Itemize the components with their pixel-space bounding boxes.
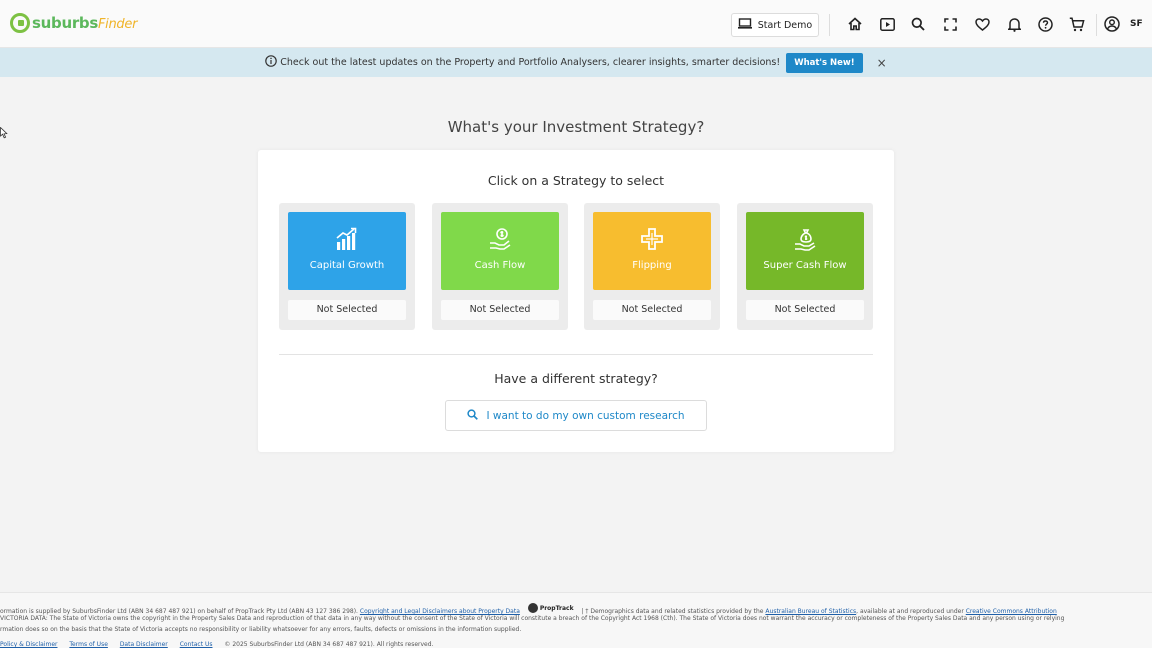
start-demo-label: Start Demo	[757, 19, 813, 31]
suburbsfinder-logo[interactable]: suburbsFinder	[10, 13, 137, 33]
cart-icon[interactable]	[1068, 15, 1086, 33]
section-divider	[279, 354, 873, 355]
strategy-status: Not Selected	[441, 300, 559, 320]
strategy-status: Not Selected	[288, 300, 406, 320]
strategy-status: Not Selected	[746, 300, 864, 320]
user-initials[interactable]: SF	[1130, 19, 1143, 29]
strategy-option-flipping[interactable]: Flipping Not Selected	[584, 203, 720, 330]
strategy-option-capital-growth[interactable]: Capital Growth Not Selected	[279, 203, 415, 330]
terms-of-use-link[interactable]: Terms of Use	[69, 641, 107, 648]
money-bag-hand-icon	[793, 226, 817, 252]
data-disclaimer-link[interactable]: Data Disclaimer	[120, 641, 168, 648]
whats-new-button[interactable]: What's New!	[786, 52, 863, 73]
start-demo-button[interactable]: Start Demo	[731, 13, 819, 37]
nav-divider	[1096, 14, 1097, 36]
info-icon	[265, 55, 278, 70]
policy-disclaimer-link[interactable]: Policy & Disclaimer	[0, 641, 57, 648]
strategy-label: Super Cash Flow	[763, 260, 847, 271]
help-icon[interactable]	[1036, 15, 1054, 33]
footer-attribution: ormation is supplied by SuburbsFinder Lt…	[0, 603, 1057, 615]
strategy-label: Cash Flow	[474, 260, 526, 271]
proptrack-logo: PropTrack	[527, 603, 574, 613]
laptop-icon	[737, 18, 752, 32]
logo-house-icon	[10, 13, 30, 33]
banner-message: Check out the latest updates on the Prop…	[280, 57, 781, 68]
strategy-tile[interactable]: Flipping	[593, 212, 711, 290]
strategy-subtitle: Click on a Strategy to select	[487, 173, 665, 188]
chart-growth-icon	[335, 226, 359, 252]
user-icon[interactable]	[1103, 15, 1121, 33]
contact-us-link[interactable]: Contact Us	[180, 641, 213, 648]
play-icon[interactable]	[878, 15, 896, 33]
strategy-tile[interactable]: Capital Growth	[288, 212, 406, 290]
strategy-status: Not Selected	[593, 300, 711, 320]
strategy-option-super-cash-flow[interactable]: Super Cash Flow Not Selected	[737, 203, 873, 330]
footer-victoria-data-cont: rmation does so on the basis that the St…	[0, 626, 522, 633]
strategy-card: Click on a Strategy to select Capital Gr…	[258, 150, 894, 452]
heart-icon[interactable]	[973, 15, 991, 33]
close-banner-button[interactable]: ×	[877, 56, 887, 70]
footer-victoria-data: VICTORIA DATA: The State of Victoria own…	[0, 615, 1065, 622]
cash-hand-icon	[488, 226, 512, 252]
bell-icon[interactable]	[1005, 15, 1023, 33]
property-data-disclaimer-link[interactable]: Copyright and Legal Disclaimers about Pr…	[360, 608, 520, 615]
page-title: What's your Investment Strategy?	[447, 118, 705, 136]
different-strategy-title: Have a different strategy?	[494, 371, 658, 386]
search-icon	[467, 408, 479, 423]
strategy-tile[interactable]: Super Cash Flow	[746, 212, 864, 290]
flip-arrows-icon	[640, 226, 664, 252]
footer-links: Policy & Disclaimer Terms of Use Data Di…	[0, 641, 443, 648]
search-icon[interactable]	[909, 15, 927, 33]
strategy-label: Capital Growth	[309, 260, 385, 271]
strategy-tile[interactable]: Cash Flow	[441, 212, 559, 290]
strategy-label: Flipping	[632, 260, 672, 271]
announcement-banner: Check out the latest updates on the Prop…	[0, 48, 1152, 77]
custom-research-button[interactable]: I want to do my own custom research	[445, 400, 707, 431]
fullscreen-icon[interactable]	[941, 15, 959, 33]
top-navbar: suburbsFinder Start Demo SF	[0, 0, 1152, 48]
copyright-text: © 2025 SuburbsFinder Ltd (ABN 34 687 487…	[224, 641, 434, 648]
logo-text: suburbsFinder	[32, 14, 138, 32]
footer: ormation is supplied by SuburbsFinder Lt…	[0, 592, 1152, 648]
home-icon[interactable]	[846, 15, 864, 33]
nav-divider	[829, 14, 830, 36]
custom-research-label: I want to do my own custom research	[486, 409, 685, 422]
abs-link[interactable]: Australian Bureau of Statistics	[765, 608, 856, 615]
creative-commons-link[interactable]: Creative Commons Attribution	[966, 608, 1057, 615]
strategy-option-cash-flow[interactable]: Cash Flow Not Selected	[432, 203, 568, 330]
